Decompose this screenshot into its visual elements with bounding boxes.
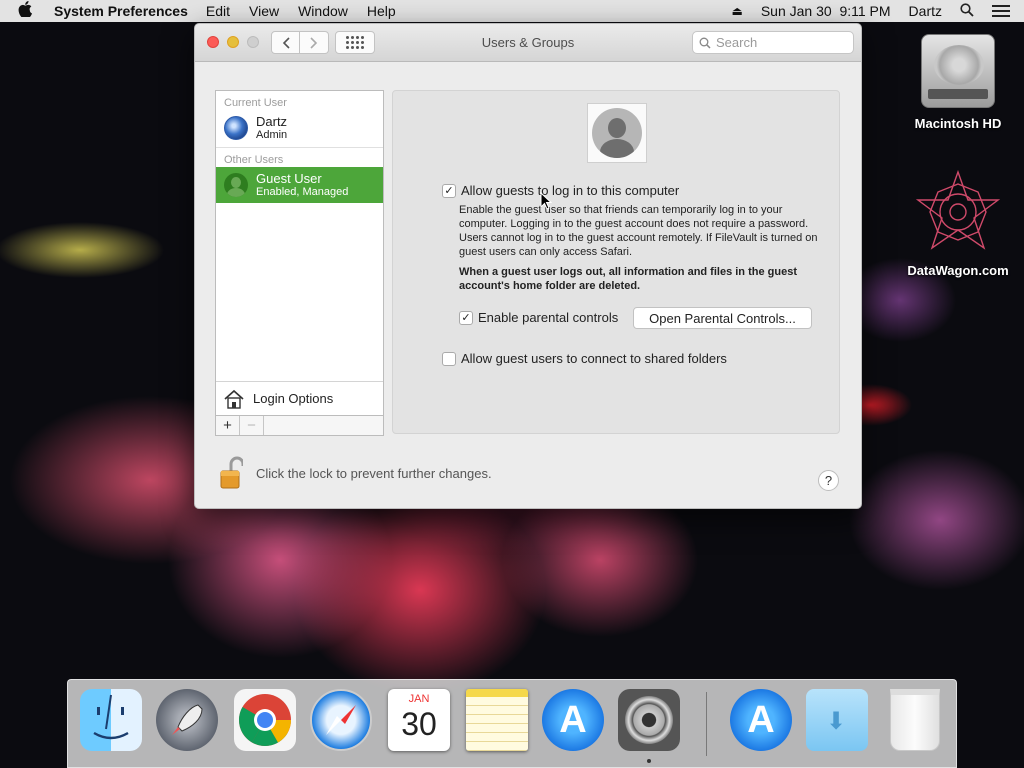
guest-avatar-icon xyxy=(224,173,248,197)
guest-description: Enable the guest user so that friends ca… xyxy=(459,203,829,293)
desktop-icon-label: Macintosh HD xyxy=(914,116,1002,131)
eject-icon[interactable]: ⏏ xyxy=(731,4,742,18)
users-list: Current User Dartz Admin Other Users Gue… xyxy=(215,90,384,436)
dock: JAN 30 A A xyxy=(67,679,957,768)
person-silhouette-icon xyxy=(592,108,642,158)
chrome-logo-icon xyxy=(239,694,291,746)
finder-face-icon xyxy=(93,694,129,740)
trash-icon[interactable] xyxy=(890,689,940,751)
calendar-day: 30 xyxy=(401,706,437,742)
chrome-icon[interactable] xyxy=(234,689,296,751)
calendar-month: JAN xyxy=(408,693,430,705)
user-role: Admin xyxy=(256,128,288,141)
desktop-icon-macintosh-hd[interactable]: Macintosh HD xyxy=(898,34,1018,131)
lock-area: Click the lock to prevent further change… xyxy=(219,456,492,490)
view-menu[interactable]: View xyxy=(249,3,279,19)
edit-menu[interactable]: Edit xyxy=(206,3,230,19)
desktop-icon-label: DataWagon.com xyxy=(907,263,1009,278)
house-icon xyxy=(224,389,244,409)
parental-controls-option[interactable]: ✓ Enable parental controls xyxy=(459,310,618,325)
other-users-heading: Other Users xyxy=(224,154,284,166)
users-groups-window: Users & Groups Current User Dartz Admin … xyxy=(194,23,862,509)
user-name: Dartz xyxy=(256,113,288,129)
lock-message: Click the lock to prevent further change… xyxy=(256,465,492,481)
app-menu[interactable]: System Preferences xyxy=(54,3,188,19)
launchpad-icon[interactable] xyxy=(156,689,218,751)
unlocked-lock-icon[interactable] xyxy=(219,456,243,490)
calendar-icon[interactable]: JAN 30 xyxy=(388,689,450,751)
system-preferences-icon[interactable] xyxy=(618,689,680,763)
rocket-icon xyxy=(172,704,203,735)
app-store-download-icon[interactable]: A xyxy=(730,689,792,751)
guest-warning-text: When a guest user logs out, all informat… xyxy=(459,266,797,292)
downloads-folder-icon[interactable] xyxy=(806,689,868,751)
clock[interactable]: Sun Jan 30 9:11 PM xyxy=(761,3,891,19)
spotlight-icon[interactable] xyxy=(960,2,974,20)
allow-guests-label[interactable]: Allow guests to log in to this computer xyxy=(461,183,679,198)
user-row-guest[interactable]: Guest User Enabled, Managed xyxy=(216,167,383,203)
title-bar[interactable]: Users & Groups xyxy=(195,24,861,62)
finder-icon[interactable] xyxy=(80,689,142,751)
login-options-label: Login Options xyxy=(253,391,334,406)
mouse-cursor-icon xyxy=(540,192,552,210)
app-store-icon[interactable]: A xyxy=(542,689,604,751)
search-icon xyxy=(699,37,711,49)
dock-separator xyxy=(706,692,707,756)
guest-profile-picture[interactable] xyxy=(587,103,647,163)
apple-menu-icon[interactable] xyxy=(18,1,38,21)
open-parental-controls-button[interactable]: Open Parental Controls... xyxy=(633,307,812,329)
shared-folders-checkbox[interactable] xyxy=(442,351,456,366)
current-user-heading: Current User xyxy=(224,97,287,109)
menu-bar: System Preferences Edit View Window Help… xyxy=(0,0,1024,22)
running-indicator xyxy=(647,759,651,763)
user-status: Enabled, Managed xyxy=(256,185,349,198)
safari-icon[interactable] xyxy=(310,689,372,751)
shared-folders-label[interactable]: Allow guest users to connect to shared f… xyxy=(461,351,727,366)
gear-icon xyxy=(625,696,673,744)
window-menu[interactable]: Window xyxy=(298,3,348,19)
star-logo-icon xyxy=(915,169,1001,250)
parental-controls-label[interactable]: Enable parental controls xyxy=(478,310,618,325)
user-row-dartz[interactable]: Dartz Admin xyxy=(216,110,383,146)
notes-icon[interactable] xyxy=(466,689,528,751)
user-menu[interactable]: Dartz xyxy=(909,3,942,19)
guest-description-text: Enable the guest user so that friends ca… xyxy=(459,204,818,258)
remove-user-button[interactable]: − xyxy=(240,416,264,435)
hard-drive-icon xyxy=(921,34,995,108)
avatar xyxy=(224,116,248,140)
guest-user-panel: ✓ Allow guests to log in to this compute… xyxy=(392,90,840,434)
search-field[interactable] xyxy=(692,31,854,54)
app-store-glyph: A xyxy=(747,698,775,741)
parental-controls-checkbox[interactable]: ✓ xyxy=(459,310,473,325)
login-options-item[interactable]: Login Options xyxy=(216,381,383,415)
desktop-icon-datawagon[interactable]: DataWagon.com xyxy=(898,169,1018,278)
search-input[interactable] xyxy=(716,35,836,50)
help-button[interactable]: ? xyxy=(818,470,839,491)
help-menu[interactable]: Help xyxy=(367,3,396,19)
notification-center-icon[interactable] xyxy=(992,5,1010,17)
compass-icon xyxy=(326,705,356,735)
list-controls: + − xyxy=(216,415,383,435)
allow-guests-checkbox[interactable]: ✓ xyxy=(442,183,456,198)
app-store-glyph: A xyxy=(559,698,587,741)
shared-folders-option[interactable]: Allow guest users to connect to shared f… xyxy=(442,351,727,366)
add-user-button[interactable]: + xyxy=(216,416,240,435)
allow-guests-option[interactable]: ✓ Allow guests to log in to this compute… xyxy=(442,183,679,198)
user-name: Guest User xyxy=(256,170,322,186)
